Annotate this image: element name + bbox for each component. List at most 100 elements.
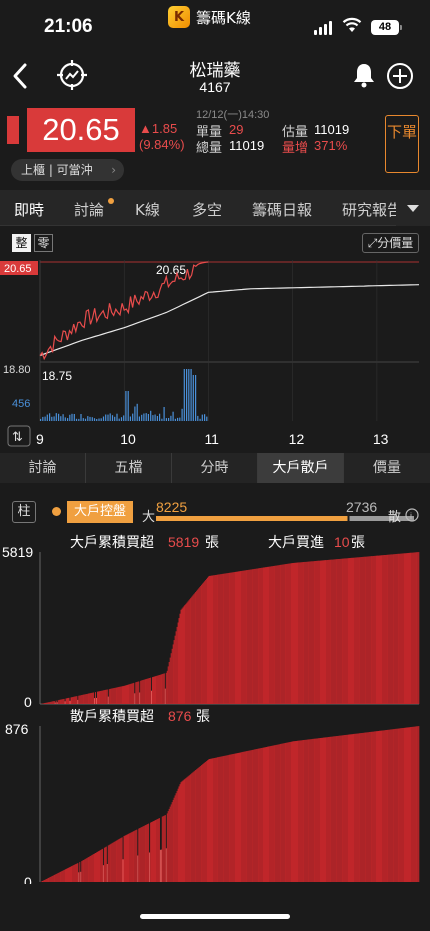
price-line-label: 20.65 [156, 263, 186, 277]
cumulative-bar [307, 739, 309, 882]
battery-icon: 48 [371, 20, 402, 35]
cumulative-bar [255, 568, 257, 704]
whole-lot-toggle[interactable]: 整 [12, 234, 31, 252]
volume-bar [152, 415, 154, 421]
cumulative-bar [339, 558, 341, 704]
cumulative-bar [171, 802, 173, 882]
cumulative-bar [91, 855, 93, 882]
cumulative-bar [215, 574, 217, 704]
cumulative-bar [234, 572, 236, 704]
cumulative-bar [399, 553, 401, 704]
cumulative-bar [173, 640, 175, 704]
cumulative-bar [100, 849, 102, 882]
cumulative-bar [192, 595, 194, 704]
cumulative-bar [165, 672, 167, 704]
cumulative-bar [73, 696, 75, 704]
cumulative-bar [379, 730, 380, 882]
cumulative-bar [93, 854, 95, 882]
cumulative-bar [251, 750, 253, 882]
cumulative-bar [354, 557, 356, 704]
subtab-time-sales[interactable]: 分時 [172, 453, 258, 483]
cumulative-bar [340, 558, 342, 704]
cumulative-bar [143, 826, 145, 882]
volume-bar [98, 418, 100, 421]
cumulative-bar [110, 843, 112, 882]
volume-bar [44, 416, 46, 421]
volume-bar [150, 410, 152, 421]
cumulative-bar [164, 815, 166, 882]
cumulative-bar [376, 555, 377, 704]
volume-bar [172, 411, 174, 421]
price-low-marker-label: 18.75 [42, 369, 72, 383]
cumulative-bar [167, 811, 169, 882]
cumulative-bar [188, 600, 190, 704]
small-holder-bars [41, 726, 420, 882]
cumulative-bar [183, 606, 185, 704]
small-cum-title: 散戶累積買超 [70, 709, 154, 725]
volume-bar [84, 418, 87, 421]
tabs-dropdown-icon[interactable] [396, 190, 430, 226]
cumulative-bar [108, 689, 110, 704]
cumulative-bar [98, 851, 99, 882]
bell-icon[interactable] [352, 62, 376, 88]
tab-kline[interactable]: K線 [135, 199, 160, 220]
cumulative-bar [71, 866, 73, 882]
cumulative-bar [226, 755, 228, 882]
cumulative-bar [267, 746, 268, 882]
subtab-big-small-holders[interactable]: 大戶散戶 [258, 453, 344, 483]
cumulative-bar [277, 565, 279, 704]
order-button[interactable]: 下單 [385, 115, 419, 173]
bar-chart-toggle[interactable]: 柱 [12, 501, 36, 523]
cumulative-bar [289, 742, 291, 882]
price-volume-button[interactable]: ⤢分價量 [362, 233, 419, 253]
tab-long-short[interactable]: 多空 [192, 199, 222, 220]
subtab-five-levels[interactable]: 五檔 [86, 453, 172, 483]
quote-datetime: 12/12(一)14:30 [196, 109, 270, 121]
cumulative-bar [268, 566, 270, 704]
cumulative-bar [123, 685, 125, 704]
cumulative-bar [350, 557, 352, 704]
cumulative-bar [174, 795, 176, 882]
cumulative-bar [77, 863, 79, 882]
cumulative-bar [84, 859, 86, 882]
cumulative-bar [342, 735, 344, 882]
cumulative-bar [337, 735, 339, 882]
subtab-discussion[interactable]: 討論 [0, 453, 86, 483]
cumulative-bar [106, 689, 108, 704]
big-holder-value: 8225 [156, 499, 187, 515]
cumulative-bar [275, 744, 277, 882]
odd-lot-toggle[interactable]: 零 [34, 234, 53, 252]
market-status-pill[interactable]: 上櫃 | 可當沖 › [11, 159, 124, 181]
cumulative-bar [295, 562, 297, 704]
volume-bar [105, 414, 107, 421]
cumulative-bar [348, 558, 350, 704]
cumulative-bar [241, 570, 243, 704]
cumulative-bar [372, 731, 374, 882]
subtab-price-volume[interactable]: 價量 [344, 453, 430, 483]
cumulative-bar [95, 692, 96, 704]
cumulative-bar [230, 572, 232, 704]
cumulative-bar [103, 690, 105, 704]
cumulative-bar [90, 855, 92, 882]
hour-label-10: 10 [120, 431, 136, 447]
cumulative-bar [203, 763, 205, 882]
big-holder-segment [156, 516, 348, 521]
cumulative-bar [73, 865, 75, 882]
tab-chip-daily[interactable]: 籌碼日報 [252, 199, 312, 220]
cumulative-bar [82, 694, 84, 704]
cumulative-bar [330, 736, 332, 882]
cumulative-bar [414, 726, 416, 882]
cumulative-bar [345, 558, 347, 704]
cumulative-bar [204, 581, 206, 704]
control-badge: 大戶控盤 [67, 501, 133, 523]
cumulative-bar [146, 678, 148, 704]
cumulative-bar [166, 813, 168, 882]
app-logo: K [168, 6, 190, 28]
tab-discussion[interactable]: 討論 [74, 199, 104, 220]
cumulative-bar [292, 563, 294, 704]
tab-research[interactable]: 研究報告 [342, 199, 402, 220]
tab-realtime[interactable]: 即時 [14, 199, 44, 220]
cumulative-bar [202, 583, 204, 704]
add-watchlist-icon[interactable] [386, 62, 414, 90]
cumulative-bar [296, 740, 298, 882]
